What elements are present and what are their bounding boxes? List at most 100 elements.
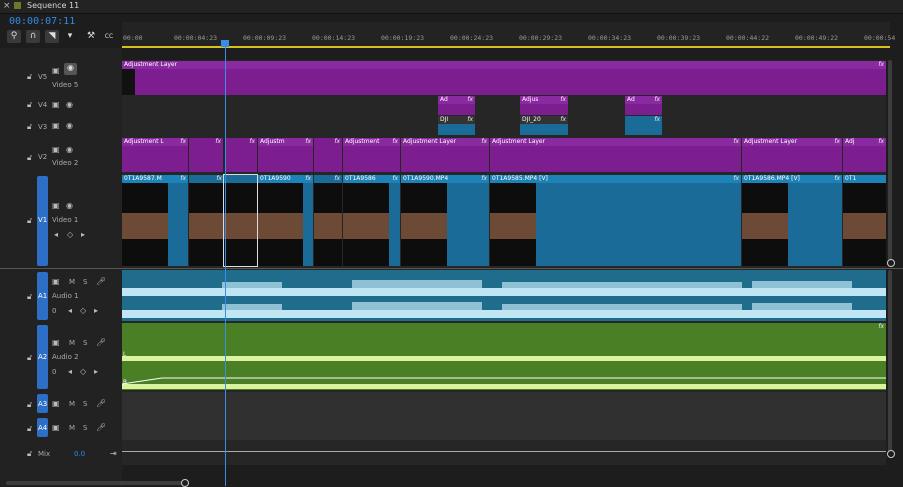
track-a3-area[interactable]	[122, 392, 886, 415]
keyframe-next-icon[interactable]: ▸	[94, 367, 98, 376]
keyframe-add-icon[interactable]: ◇	[80, 367, 86, 376]
sync-lock-icon[interactable]: ▣	[52, 201, 60, 210]
lock-icon[interactable]: 🔓︎	[27, 292, 32, 302]
sync-lock-icon[interactable]: ▣	[52, 277, 60, 286]
sync-lock-icon[interactable]: ▣	[52, 338, 60, 347]
track-a4-area[interactable]	[122, 415, 886, 440]
video-clip[interactable]: DJI fx	[438, 116, 475, 135]
adjustment-layer-clip[interactable]: Ad fx	[438, 96, 475, 115]
adjustment-layer-clip[interactable]: Adjustment Layer fx	[122, 61, 886, 95]
insert-overwrite-icon[interactable]: ⚲	[7, 30, 21, 43]
track-id-a2[interactable]: A2	[38, 353, 47, 361]
keyframe-add-icon[interactable]: ◇	[67, 230, 73, 239]
volume-value[interactable]: 0	[52, 368, 56, 376]
go-to-end-icon[interactable]: ⇥	[110, 449, 117, 458]
lock-icon[interactable]: 🔓︎	[27, 424, 32, 434]
horizontal-zoom-scrollbar[interactable]	[6, 481, 184, 485]
adjustment-layer-clip[interactable]: fx	[189, 138, 223, 172]
linked-selection-icon[interactable]: ◥	[45, 30, 59, 43]
timeline-settings-icon[interactable]: ⚒	[84, 30, 98, 43]
mix-volume-value[interactable]: 0.0	[74, 450, 85, 458]
sync-lock-icon[interactable]: ▣	[52, 145, 60, 154]
close-icon[interactable]: ×	[3, 1, 11, 11]
keyframe-add-icon[interactable]: ◇	[80, 306, 86, 315]
video-clip[interactable]: 0T1A9590.MP4 fx	[401, 175, 489, 266]
video-clip[interactable]: fx	[314, 175, 342, 266]
scroll-handle[interactable]	[887, 259, 895, 267]
track-id-v5[interactable]: V5	[38, 73, 47, 81]
lock-icon[interactable]: 🔓︎	[27, 400, 32, 410]
track-v3-area[interactable]	[122, 116, 886, 136]
video-clip[interactable]: 0T1A9586 fx	[343, 175, 400, 266]
mute-button[interactable]: M	[69, 278, 75, 286]
mute-button[interactable]: M	[69, 424, 75, 432]
lock-icon[interactable]: 🔓︎	[27, 353, 32, 363]
time-ruler[interactable]: 00:00 00:00:04:23 00:00:09:23 00:00:14:2…	[122, 22, 895, 47]
selected-video-clip[interactable]	[223, 174, 258, 267]
eye-icon[interactable]: ◉	[66, 100, 73, 109]
playhead-handle[interactable]	[221, 40, 229, 47]
captions-icon[interactable]: CC	[102, 30, 116, 43]
solo-button[interactable]: S	[83, 339, 87, 347]
video-clip[interactable]: 0T1A9586.MP4 [V] fx	[742, 175, 842, 266]
sequence-tab-title[interactable]: Sequence 11	[27, 1, 79, 10]
adjustment-layer-clip[interactable]: Adjustment L fx	[122, 138, 188, 172]
video-clip[interactable]: 0T1A9587.M fx	[122, 175, 188, 266]
mix-level-line[interactable]	[122, 451, 886, 452]
lock-icon[interactable]: 🔓︎	[27, 100, 32, 110]
adjustment-layer-clip[interactable]: Adjustm fx	[258, 138, 313, 172]
solo-button[interactable]: S	[83, 424, 87, 432]
lock-icon[interactable]: 🔓︎	[27, 122, 32, 132]
microphone-icon[interactable]: 🎤︎	[96, 277, 106, 286]
lock-icon[interactable]: 🔓︎	[27, 72, 32, 82]
eye-icon[interactable]: ◉	[66, 121, 73, 130]
microphone-icon[interactable]: 🎤︎	[96, 399, 106, 408]
sync-lock-icon[interactable]: ▣	[52, 121, 60, 130]
keyframe-next-icon[interactable]: ▸	[94, 306, 98, 315]
track-id-v3[interactable]: V3	[38, 123, 47, 131]
work-area-bar[interactable]	[122, 46, 890, 48]
mute-button[interactable]: M	[69, 400, 75, 408]
solo-button[interactable]: S	[83, 400, 87, 408]
video-clip[interactable]: DJI_20 fx	[520, 116, 568, 135]
adjustment-layer-clip[interactable]: Adjustment fx	[343, 138, 400, 172]
adjustment-layer-clip[interactable]: fx	[314, 138, 342, 172]
track-id-v4[interactable]: V4	[38, 101, 47, 109]
mute-button[interactable]: M	[69, 339, 75, 347]
track-id-a3[interactable]: A3	[38, 400, 47, 408]
track-id-a1[interactable]: A1	[38, 292, 47, 300]
zoom-handle[interactable]	[181, 479, 189, 487]
video-clip[interactable]: 0T1	[843, 175, 886, 266]
adjustment-layer-clip[interactable]: Adjustment Layer fx	[401, 138, 489, 172]
video-clip[interactable]: 0T1A9590 fx	[258, 175, 313, 266]
keyframe-prev-icon[interactable]: ◂	[54, 230, 58, 239]
playhead-line[interactable]	[225, 40, 226, 486]
microphone-icon[interactable]: 🎤︎	[96, 338, 106, 347]
adjustment-layer-clip[interactable]: Adjus fx	[520, 96, 568, 115]
audio-clip-a1[interactable]: L R	[122, 270, 886, 321]
video-audio-divider[interactable]	[0, 268, 903, 269]
eye-icon[interactable]: ◉	[66, 201, 73, 210]
sync-lock-icon[interactable]: ▣	[52, 100, 60, 109]
track-id-v1[interactable]: V1	[38, 216, 47, 224]
keyframe-prev-icon[interactable]: ◂	[68, 367, 72, 376]
adjustment-layer-clip[interactable]: Adjustment Layer fx	[742, 138, 842, 172]
track-v4-area[interactable]	[122, 96, 886, 116]
microphone-icon[interactable]: 🎤︎	[96, 423, 106, 432]
playhead-timecode[interactable]: 00:00:07:11	[9, 16, 75, 27]
solo-button[interactable]: S	[83, 278, 87, 286]
lock-icon[interactable]: 🔓︎	[27, 216, 32, 226]
audio-tracks-scrollbar[interactable]	[888, 270, 892, 454]
adjustment-layer-clip[interactable]: Adjustment Layer fx	[490, 138, 741, 172]
volume-value[interactable]: 0	[52, 307, 56, 315]
video-clip[interactable]: 0T1A9585.MP4 [V] fx	[490, 175, 741, 266]
video-clip[interactable]: fx	[189, 175, 224, 266]
adjustment-layer-clip[interactable]: Adj fx	[843, 138, 886, 172]
snap-icon[interactable]: ∩	[26, 30, 40, 43]
sync-lock-icon[interactable]: ▣	[52, 399, 60, 408]
scroll-handle[interactable]	[887, 450, 895, 458]
lock-icon[interactable]: 🔓︎	[27, 153, 32, 163]
keyframe-prev-icon[interactable]: ◂	[68, 306, 72, 315]
audio-clip-a2[interactable]: L R fx	[122, 323, 886, 390]
video-tracks-scrollbar[interactable]	[888, 60, 892, 265]
